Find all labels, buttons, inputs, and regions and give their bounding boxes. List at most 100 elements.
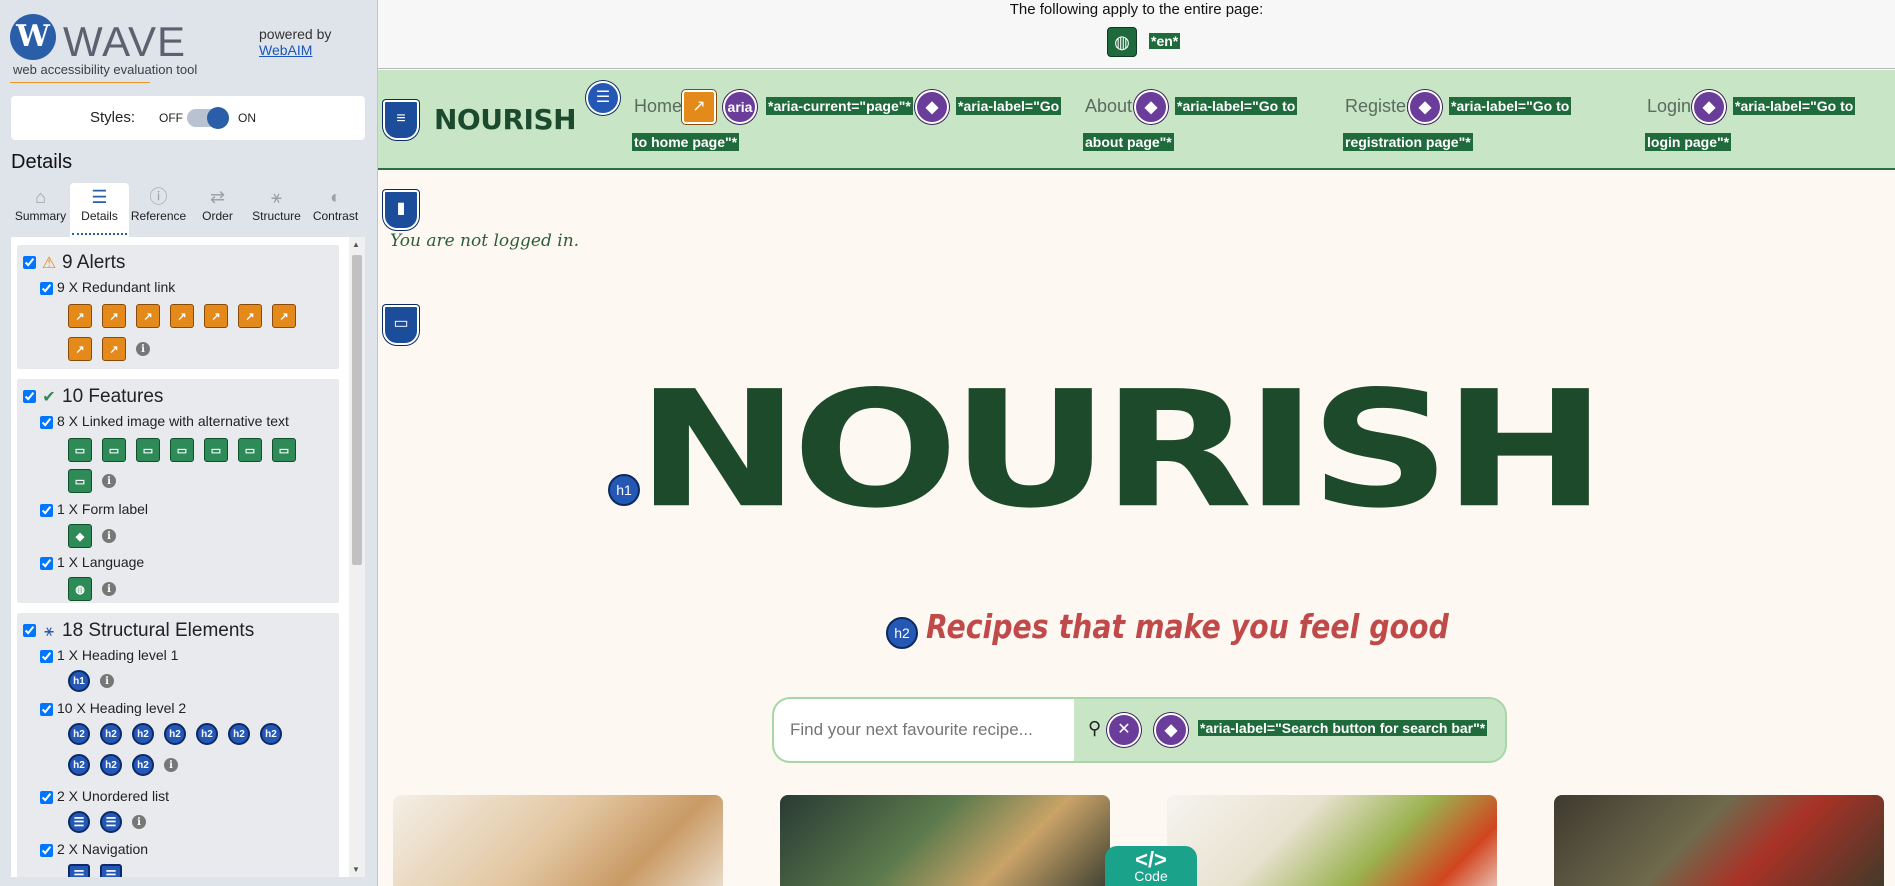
powered-by-text: powered by [259, 26, 332, 42]
unordered-list-checkbox[interactable] [40, 790, 53, 804]
recipe-card-image[interactable] [1167, 795, 1497, 886]
recipe-card-image[interactable] [393, 795, 723, 886]
tag-icon[interactable]: ◆ [68, 524, 92, 548]
redundant-link-icon[interactable]: ↗ [68, 337, 92, 361]
whole-page-bar: The following apply to the entire page: … [378, 0, 1895, 69]
tab-reference[interactable]: ⓘ Reference [129, 183, 188, 237]
linked-image-checkbox[interactable] [40, 415, 53, 429]
aria-icon[interactable]: aria [723, 90, 757, 124]
globe-icon[interactable]: ◍ [1107, 27, 1137, 57]
navigation-icon[interactable]: ☰ [68, 864, 90, 877]
features-checkbox[interactable] [23, 390, 36, 404]
redundant-link-icon[interactable]: ↗ [136, 304, 160, 328]
redundant-link-icon[interactable]: ↗ [102, 304, 126, 328]
error-x-icon[interactable]: ✕ [1107, 713, 1141, 747]
wave-logo-word: WAVE [63, 18, 187, 65]
info-icon[interactable]: i [102, 474, 116, 488]
h2-icon[interactable]: h2 [228, 723, 250, 745]
alerts-checkbox[interactable] [23, 256, 36, 270]
info-icon[interactable]: i [132, 815, 146, 829]
h2-icon[interactable]: h2 [260, 723, 282, 745]
info-icon[interactable]: i [102, 529, 116, 543]
h2-icon[interactable]: h2 [132, 754, 154, 776]
redundant-link-icon[interactable]: ↗ [204, 304, 228, 328]
h2-icon[interactable]: h2 [886, 617, 918, 649]
header-region-icon[interactable]: ▭ [383, 305, 419, 345]
nav-login-link[interactable]: Login [1647, 96, 1691, 117]
list-icon[interactable]: ☰ [586, 81, 620, 115]
heading2-checkbox[interactable] [40, 702, 53, 716]
h1-icon[interactable]: h1 [68, 670, 90, 692]
redundant-link-icons-row2: ↗ ↗ i [68, 337, 150, 361]
redundant-link-checkbox[interactable] [40, 281, 53, 295]
redundant-link-icon[interactable]: ↗ [682, 90, 716, 124]
unordered-list-icons: ☰ ☰ i [68, 811, 146, 833]
styles-toggle[interactable] [187, 107, 229, 129]
info-icon[interactable]: i [102, 582, 116, 596]
h2-icon[interactable]: h2 [68, 723, 90, 745]
tag-icon[interactable]: ◆ [915, 90, 949, 124]
language-icons: ◍ i [68, 577, 116, 601]
redundant-link-icon[interactable]: ↗ [170, 304, 194, 328]
search-icon[interactable]: ⚲ [1088, 718, 1101, 739]
linked-image-icon[interactable]: ▭ [68, 469, 92, 493]
h2-icon[interactable]: h2 [68, 754, 90, 776]
h2-icon[interactable]: h2 [132, 723, 154, 745]
info-icon[interactable]: i [100, 674, 114, 688]
list-icon[interactable]: ☰ [100, 811, 122, 833]
tag-icon[interactable]: ◆ [1134, 90, 1168, 124]
site-brand[interactable]: NOURISH [434, 103, 577, 136]
tab-details[interactable]: ☰ Details [70, 183, 129, 237]
scroll-thumb[interactable] [352, 255, 362, 565]
tab-order[interactable]: ⇄ Order [188, 183, 247, 237]
nav-about-link[interactable]: About [1085, 96, 1132, 117]
tag-icon[interactable]: ◆ [1692, 90, 1726, 124]
h2-icon[interactable]: h2 [164, 723, 186, 745]
redundant-link-icon[interactable]: ↗ [68, 304, 92, 328]
recipe-card-image[interactable] [780, 795, 1110, 886]
globe-icon[interactable]: ◍ [68, 577, 92, 601]
linked-image-icon[interactable]: ▭ [102, 438, 126, 462]
info-icon[interactable]: i [164, 758, 178, 772]
code-button[interactable]: </> Code [1105, 846, 1197, 886]
nav-home-link[interactable]: Home [634, 96, 682, 117]
navigation-checkbox[interactable] [40, 843, 53, 857]
linked-image-icon[interactable]: ▭ [68, 438, 92, 462]
language-checkbox[interactable] [40, 556, 53, 570]
h2-icon[interactable]: h2 [100, 723, 122, 745]
heading1-item: 1 X Heading level 1 [40, 647, 178, 663]
scroll-down-icon[interactable]: ▼ [352, 865, 360, 874]
redundant-link-icon[interactable]: ↗ [238, 304, 262, 328]
form-label-checkbox[interactable] [40, 503, 53, 517]
tab-structure[interactable]: ⚹ Structure [247, 183, 306, 237]
section-icon[interactable]: ▮ [383, 190, 419, 230]
list-icon[interactable]: ☰ [68, 811, 90, 833]
linked-image-icon[interactable]: ▭ [238, 438, 262, 462]
h2-icon[interactable]: h2 [100, 754, 122, 776]
linked-image-icon[interactable]: ▭ [136, 438, 160, 462]
linked-image-icon[interactable]: ▭ [204, 438, 228, 462]
scroll-up-icon[interactable]: ▲ [352, 240, 360, 249]
tab-summary[interactable]: ⌂ Summary [11, 183, 70, 237]
linked-image-icon[interactable]: ≡ [383, 100, 419, 140]
h2-icon[interactable]: h2 [196, 723, 218, 745]
tag-icon[interactable]: ◆ [1154, 713, 1188, 747]
navigation-item: 2 X Navigation [40, 841, 148, 857]
structural-checkbox[interactable] [23, 624, 36, 638]
tag-icon[interactable]: ◆ [1408, 90, 1442, 124]
webaim-link[interactable]: WebAIM [259, 42, 312, 58]
linked-image-icon[interactable]: ▭ [170, 438, 194, 462]
recipe-card-image[interactable] [1554, 795, 1884, 886]
info-icon[interactable]: i [136, 342, 150, 356]
search-input[interactable] [774, 699, 1074, 761]
redundant-link-icon[interactable]: ↗ [102, 337, 126, 361]
tab-contrast[interactable]: ◐ Contrast [306, 183, 365, 237]
details-panel[interactable]: ⚠ 9 Alerts 9 X Redundant link ↗ ↗ ↗ ↗ ↗ ↗… [11, 237, 365, 877]
details-scrollbar[interactable]: ▲ ▼ [349, 237, 365, 877]
redundant-link-icon[interactable]: ↗ [272, 304, 296, 328]
heading1-checkbox[interactable] [40, 649, 53, 663]
linked-image-icon[interactable]: ▭ [272, 438, 296, 462]
nav-register-link[interactable]: Register [1345, 96, 1412, 117]
navigation-icon[interactable]: ☰ [100, 864, 122, 877]
site-navbar: ≡ NOURISH ☰ Home ↗ aria *aria-current="p… [378, 70, 1895, 170]
